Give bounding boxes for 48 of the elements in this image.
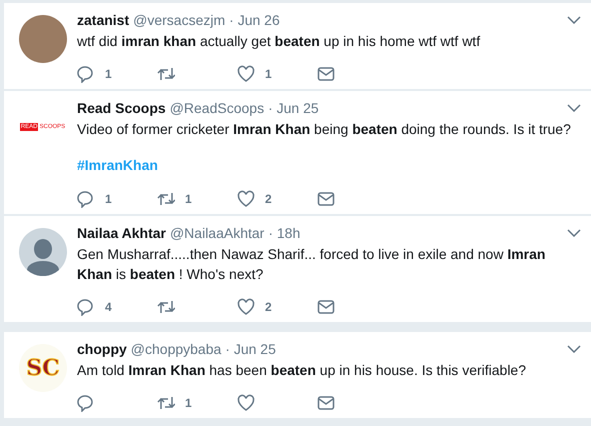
tweet-text: Am told Imran Khan has been beaten up in his house. Is this verifiable?	[77, 361, 528, 380]
tweet-time[interactable]: · Jun 25	[225, 340, 276, 358]
user-handle[interactable]: @ReadScoops	[170, 99, 264, 117]
retweet-icon[interactable]	[157, 394, 175, 412]
retweet-count: 1	[185, 191, 192, 208]
reply-icon[interactable]	[77, 65, 95, 83]
like-count: 2	[265, 299, 272, 316]
chevron-down-icon[interactable]	[567, 345, 581, 353]
user-name[interactable]: Nailaa Akhtar	[77, 224, 166, 242]
tweet-text: wtf did imran khan actually get beaten up in his home wtf wtf wtf	[77, 32, 482, 51]
retweet-icon[interactable]	[157, 190, 175, 208]
tweet-time[interactable]: · Jun 26	[229, 11, 280, 29]
like-count: 2	[265, 191, 272, 208]
mail-icon[interactable]	[317, 394, 335, 412]
mail-icon[interactable]	[317, 190, 335, 208]
mail-icon[interactable]	[317, 65, 335, 83]
chevron-down-icon[interactable]	[567, 229, 581, 237]
reply-icon[interactable]	[77, 298, 95, 316]
tweet-time[interactable]: · 18h	[268, 224, 300, 242]
heart-icon[interactable]	[237, 190, 255, 208]
heart-icon[interactable]	[237, 394, 255, 412]
mail-icon[interactable]	[317, 298, 335, 316]
user-name[interactable]: zatanist	[77, 11, 130, 29]
user-handle[interactable]: @choppybaba	[130, 340, 222, 358]
reply-count: 1	[105, 66, 112, 83]
chevron-down-icon[interactable]	[567, 16, 581, 24]
tweet-text: Gen Musharraf.....then Nawaz Sharif... forced to live in exile and now Imran Khan is beaten ! Who's next?	[77, 245, 546, 284]
user-handle[interactable]: @NailaaAkhtar	[170, 224, 264, 242]
reply-count: 1	[105, 191, 112, 208]
user-handle[interactable]: @versacsezjm	[133, 11, 226, 29]
reply-icon[interactable]	[77, 190, 95, 208]
reply-count: 4	[105, 299, 112, 316]
heart-icon[interactable]	[237, 298, 255, 316]
reply-icon[interactable]	[77, 394, 95, 412]
chevron-down-icon[interactable]	[567, 104, 581, 112]
hashtag-link[interactable]: #ImranKhan	[77, 155, 158, 176]
heart-icon[interactable]	[237, 65, 255, 83]
user-name[interactable]: Read Scoops	[77, 99, 166, 117]
photo-placeholder	[19, 15, 67, 63]
retweet-count: 1	[185, 395, 192, 412]
tweet-time[interactable]: · Jun 25	[268, 99, 319, 117]
user-name[interactable]: choppy	[77, 340, 127, 358]
like-count: 1	[265, 66, 272, 83]
monogram-logo: SC	[26, 357, 60, 379]
retweet-icon[interactable]	[157, 298, 175, 316]
avatar-silhouette-icon	[19, 228, 67, 276]
retweet-icon[interactable]	[157, 65, 175, 83]
tweet-text: Video of former cricketer Imran Khan being beaten doing the rounds. Is it true?	[77, 120, 572, 139]
